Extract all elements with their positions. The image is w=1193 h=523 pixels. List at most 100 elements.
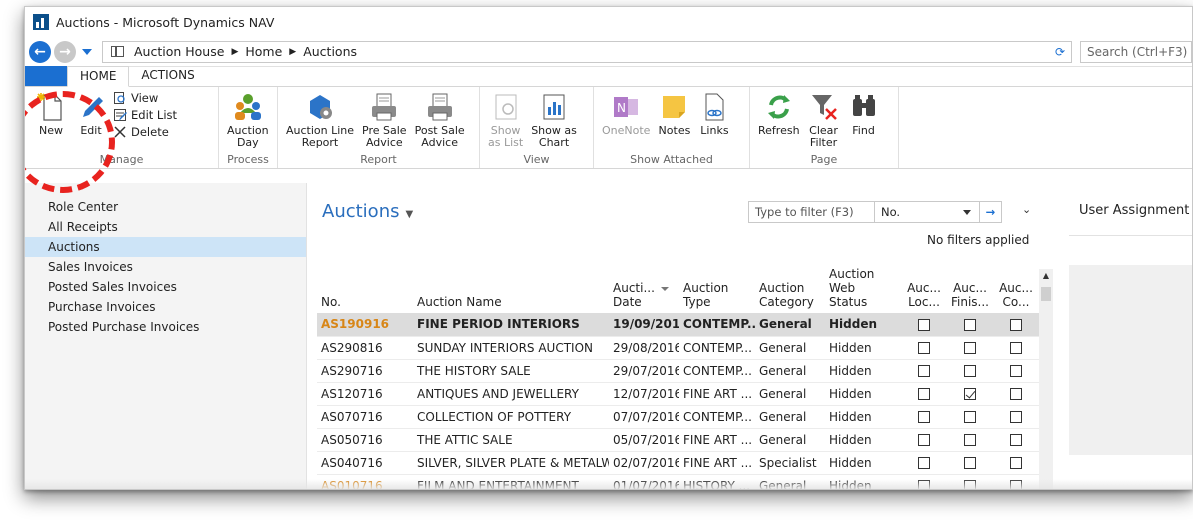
collapse-filter-chevron-icon[interactable]: ⌄ (1022, 203, 1031, 216)
edit-list-button[interactable]: Edit List (113, 108, 177, 122)
cell-checkbox (901, 382, 947, 406)
checkbox[interactable] (964, 411, 976, 423)
auction-line-report-button[interactable]: Auction Line Report (282, 91, 358, 149)
nav-item-sales-invoices[interactable]: Sales Invoices (25, 257, 306, 277)
cell-no[interactable]: AS050716 (317, 428, 413, 452)
refresh-button[interactable]: Refresh (754, 91, 804, 137)
checkbox[interactable] (1010, 318, 1022, 331)
show-as-chart-button[interactable]: Show as Chart (527, 91, 581, 149)
sticky-note-icon (663, 96, 686, 118)
cell-checkbox (993, 382, 1039, 406)
column-header[interactable]: No. (317, 267, 413, 313)
auction-day-button[interactable]: Auction Day (223, 91, 273, 149)
table-row[interactable]: AS120716 ANTIQUES AND JEWELLERY 12/07/2016… (317, 382, 1039, 406)
title-bar: Auctions - Microsoft Dynamics NAV (25, 7, 1192, 37)
checkbox[interactable] (964, 365, 976, 377)
nav-item-auctions[interactable]: Auctions (25, 237, 306, 257)
back-arrow-icon[interactable]: ← (29, 40, 51, 63)
table-row[interactable]: AS190916FINE PERIOD INTERIORS19/09/2016C… (317, 313, 1039, 337)
nav-item-posted-purchase-invoices[interactable]: Posted Purchase Invoices (25, 317, 306, 337)
checkbox[interactable] (964, 434, 976, 446)
checkbox[interactable] (918, 388, 930, 400)
checkbox[interactable] (918, 342, 930, 354)
post-sale-advice-button[interactable]: Post Sale Advice (411, 91, 469, 149)
table-row[interactable]: AS290816 SUNDAY INTERIORS AUCTION 29/08/20… (317, 336, 1039, 360)
find-button[interactable]: Find (844, 91, 884, 137)
table-row[interactable]: AS050716 THE ATTIC SALE 05/07/2016 FINE ART… (317, 428, 1039, 452)
checked-checkbox[interactable] (964, 388, 976, 400)
cell-no[interactable]: AS070716 (317, 405, 413, 429)
sort-descending-icon[interactable] (660, 286, 669, 291)
cell-checkbox (993, 405, 1039, 429)
scroll-up-arrow-icon[interactable]: ▲ (1039, 269, 1053, 280)
column-header[interactable]: Auc... Co... (993, 267, 1039, 313)
scrollbar-thumb[interactable] (1041, 287, 1051, 301)
filter-input[interactable]: Type to filter (F3) (749, 202, 875, 222)
vertical-scrollbar[interactable]: ▲ (1039, 269, 1053, 489)
column-header[interactable]: Auction Web Status (825, 267, 901, 313)
checkbox[interactable] (1010, 457, 1022, 469)
checkbox[interactable] (918, 365, 930, 377)
column-header[interactable]: Auc... Loc... (901, 267, 947, 313)
breadcrumb-item[interactable]: Auction House (134, 44, 224, 59)
view-button[interactable]: View (113, 91, 177, 105)
breadcrumb-item[interactable]: Home (245, 44, 282, 59)
delete-button[interactable]: Delete (113, 125, 177, 139)
table-header-row: No. Auction Name Aucti... Date Auction Type Au… (317, 267, 1039, 313)
column-header[interactable]: Auction Name (413, 267, 609, 313)
column-header-text: Auc... (999, 281, 1033, 295)
filter-field-select[interactable]: No. (875, 205, 963, 219)
column-header[interactable]: Auction Category (755, 267, 825, 313)
show-as-list-button[interactable]: Show as List (484, 91, 527, 149)
nav-item-posted-sales-invoices[interactable]: Posted Sales Invoices (25, 277, 306, 297)
checkbox[interactable] (1010, 434, 1022, 446)
checkbox[interactable] (1010, 365, 1022, 377)
page-title[interactable]: Auctions ▼ (322, 201, 413, 222)
column-header[interactable]: Auc... Finis... (947, 267, 993, 313)
cell-no[interactable]: AS290816 (317, 336, 413, 360)
cell-name: ANTIQUES AND JEWELLERY (413, 382, 609, 406)
apply-filter-arrow-icon[interactable]: → (979, 202, 1001, 222)
checkbox[interactable] (964, 318, 976, 331)
file-tab[interactable] (25, 66, 67, 86)
checkbox[interactable] (918, 457, 930, 469)
factbox-title[interactable]: User Assignment (1079, 203, 1189, 218)
forward-arrow-icon[interactable]: → (54, 40, 76, 63)
cell-no[interactable]: AS290716 (317, 359, 413, 383)
breadcrumb-item[interactable]: Auctions (303, 44, 357, 59)
tab-home[interactable]: HOME (67, 66, 130, 87)
table-row[interactable]: AS070716 COLLECTION OF POTTERY 07/07/2016 C… (317, 405, 1039, 429)
history-dropdown-icon[interactable] (82, 48, 92, 55)
tab-actions[interactable]: ACTIONS (129, 66, 206, 86)
ribbon-group-process: Auction Day Process (219, 87, 278, 168)
clear-filter-button[interactable]: Clear Filter (804, 91, 844, 149)
nav-item-purchase-invoices[interactable]: Purchase Invoices (25, 297, 306, 317)
table-row[interactable]: AS290716 THE HISTORY SALE 29/07/2016 CONTEM… (317, 359, 1039, 383)
pre-sale-advice-button[interactable]: Pre Sale Advice (358, 91, 411, 149)
cell-no[interactable]: AS040716 (317, 451, 413, 475)
checkbox[interactable] (918, 318, 930, 331)
table-row[interactable]: AS040716 SILVER, SILVER PLATE & METALW...… (317, 451, 1039, 475)
column-header[interactable]: Auction Type (679, 267, 755, 313)
checkbox[interactable] (1010, 342, 1022, 354)
links-button[interactable]: Links (694, 91, 734, 137)
cell-no[interactable]: AS120716 (317, 382, 413, 406)
checkbox[interactable] (1010, 411, 1022, 423)
column-header[interactable]: Aucti... Date (609, 267, 679, 313)
refresh-icon[interactable]: ⟳ (1055, 45, 1065, 59)
checkbox[interactable] (964, 457, 976, 469)
checkbox[interactable] (1010, 388, 1022, 400)
search-input[interactable]: Search (Ctrl+F3) (1080, 40, 1192, 63)
checkbox[interactable] (918, 411, 930, 423)
breadcrumb[interactable]: Auction House ▶ Home ▶ Auctions ⟳ (102, 40, 1072, 63)
checkbox[interactable] (918, 434, 930, 446)
cell-no[interactable]: AS190916 (317, 313, 413, 337)
nav-item-role-center[interactable]: Role Center (25, 197, 306, 217)
cell-checkbox (947, 382, 993, 406)
dropdown-arrow-icon[interactable] (963, 209, 971, 215)
cell-checkbox (901, 405, 947, 429)
notes-button[interactable]: Notes (654, 91, 694, 137)
onenote-button[interactable]: N OneNote (598, 91, 654, 137)
checkbox[interactable] (964, 342, 976, 354)
nav-item-all-receipts[interactable]: All Receipts (25, 217, 306, 237)
